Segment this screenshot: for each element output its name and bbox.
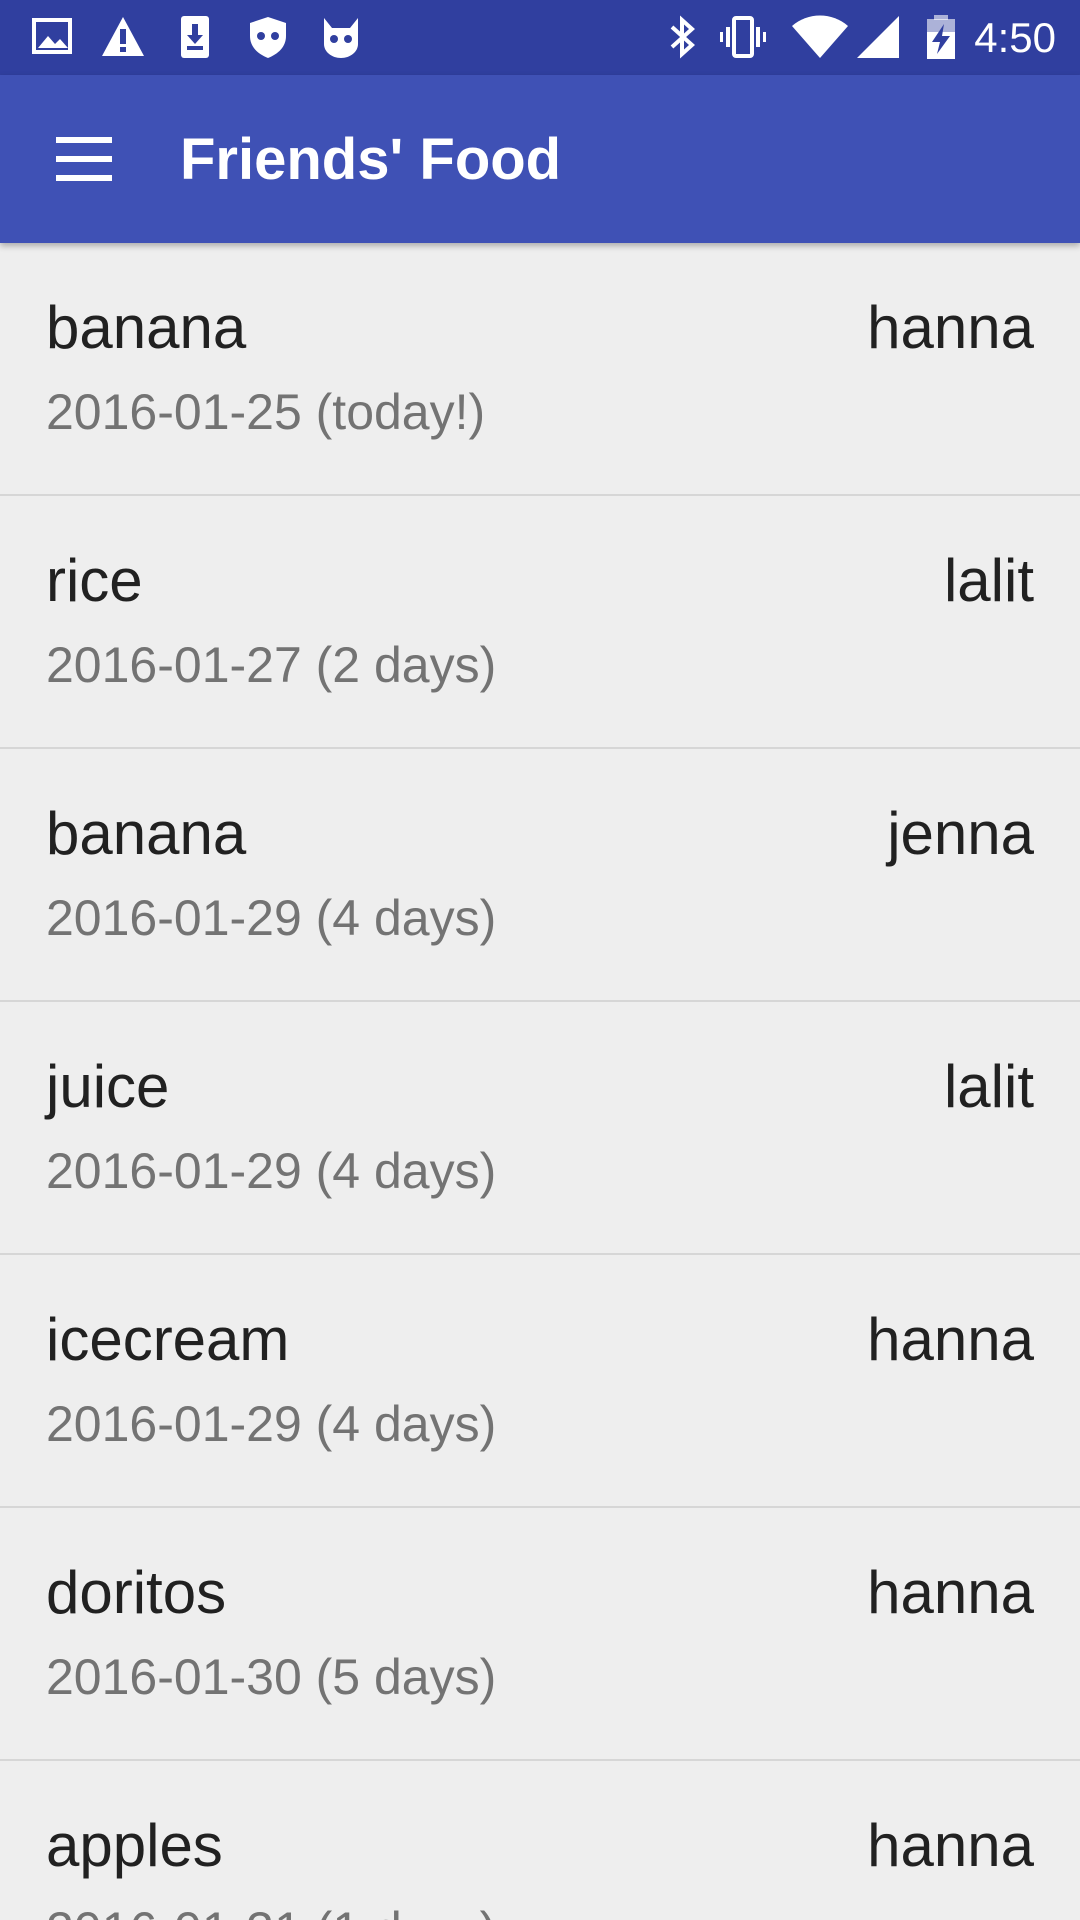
list-item[interactable]: rice lalit 2016-01-27 (2 days) xyxy=(0,496,1080,749)
date-text: 2016-01-25 (today!) xyxy=(46,384,486,440)
android-icon xyxy=(318,14,364,60)
list-item[interactable]: banana jenna 2016-01-29 (4 days) xyxy=(0,749,1080,1002)
shield-icon xyxy=(245,14,291,60)
food-name: icecream xyxy=(46,1306,290,1373)
status-bar: 4:50 xyxy=(0,0,1080,75)
wifi-icon xyxy=(790,14,850,60)
food-name: rice xyxy=(46,547,143,614)
list-item[interactable]: icecream hanna 2016-01-29 (4 days) xyxy=(0,1255,1080,1508)
food-name: banana xyxy=(46,800,247,867)
download-icon xyxy=(172,14,218,60)
battery-charging-icon xyxy=(918,14,964,60)
vibrate-icon xyxy=(720,14,766,60)
list-item[interactable]: banana hanna 2016-01-25 (today!) xyxy=(0,243,1080,496)
list-item[interactable]: doritos hanna 2016-01-30 (5 days) xyxy=(0,1508,1080,1761)
friend-name: hanna xyxy=(867,1559,1034,1626)
date-text: 2016-01-29 (4 days) xyxy=(46,1396,497,1452)
status-time: 4:50 xyxy=(974,14,1056,61)
warning-icon xyxy=(100,14,146,60)
date-text: 2016-01-29 (4 days) xyxy=(46,1143,497,1199)
food-name: banana xyxy=(46,294,247,361)
bluetooth-icon xyxy=(660,14,706,60)
date-text: 2016-01-27 (2 days) xyxy=(46,637,497,693)
image-icon xyxy=(30,14,76,60)
hamburger-menu-icon[interactable] xyxy=(26,109,142,209)
app-bar: Friends' Food xyxy=(0,75,1080,243)
friend-name: jenna xyxy=(887,800,1034,867)
menu-bar-line xyxy=(56,137,112,143)
date-text: 2016-01-30 (5 days) xyxy=(46,1649,497,1705)
friend-name: lalit xyxy=(943,547,1034,614)
food-name: apples xyxy=(46,1812,223,1879)
friend-name: hanna xyxy=(867,294,1034,361)
page-title: Friends' Food xyxy=(180,127,562,192)
menu-bar-line xyxy=(56,175,112,181)
friend-name: lalit xyxy=(943,1053,1034,1120)
list-item[interactable]: apples hanna 2016-01-31 (1 days) xyxy=(0,1761,1080,1920)
menu-bar-line xyxy=(56,156,112,162)
food-name: doritos xyxy=(46,1559,227,1626)
food-list[interactable]: banana hanna 2016-01-25 (today!) rice la… xyxy=(0,243,1080,1920)
friend-name: hanna xyxy=(867,1306,1034,1373)
date-text: 2016-01-29 (4 days) xyxy=(46,890,497,946)
cell-signal-icon xyxy=(855,14,901,60)
list-item[interactable]: juice lalit 2016-01-29 (4 days) xyxy=(0,1002,1080,1255)
food-name: juice xyxy=(46,1053,170,1120)
friend-name: hanna xyxy=(867,1812,1034,1879)
date-text: 2016-01-31 (1 days) xyxy=(46,1901,496,1920)
